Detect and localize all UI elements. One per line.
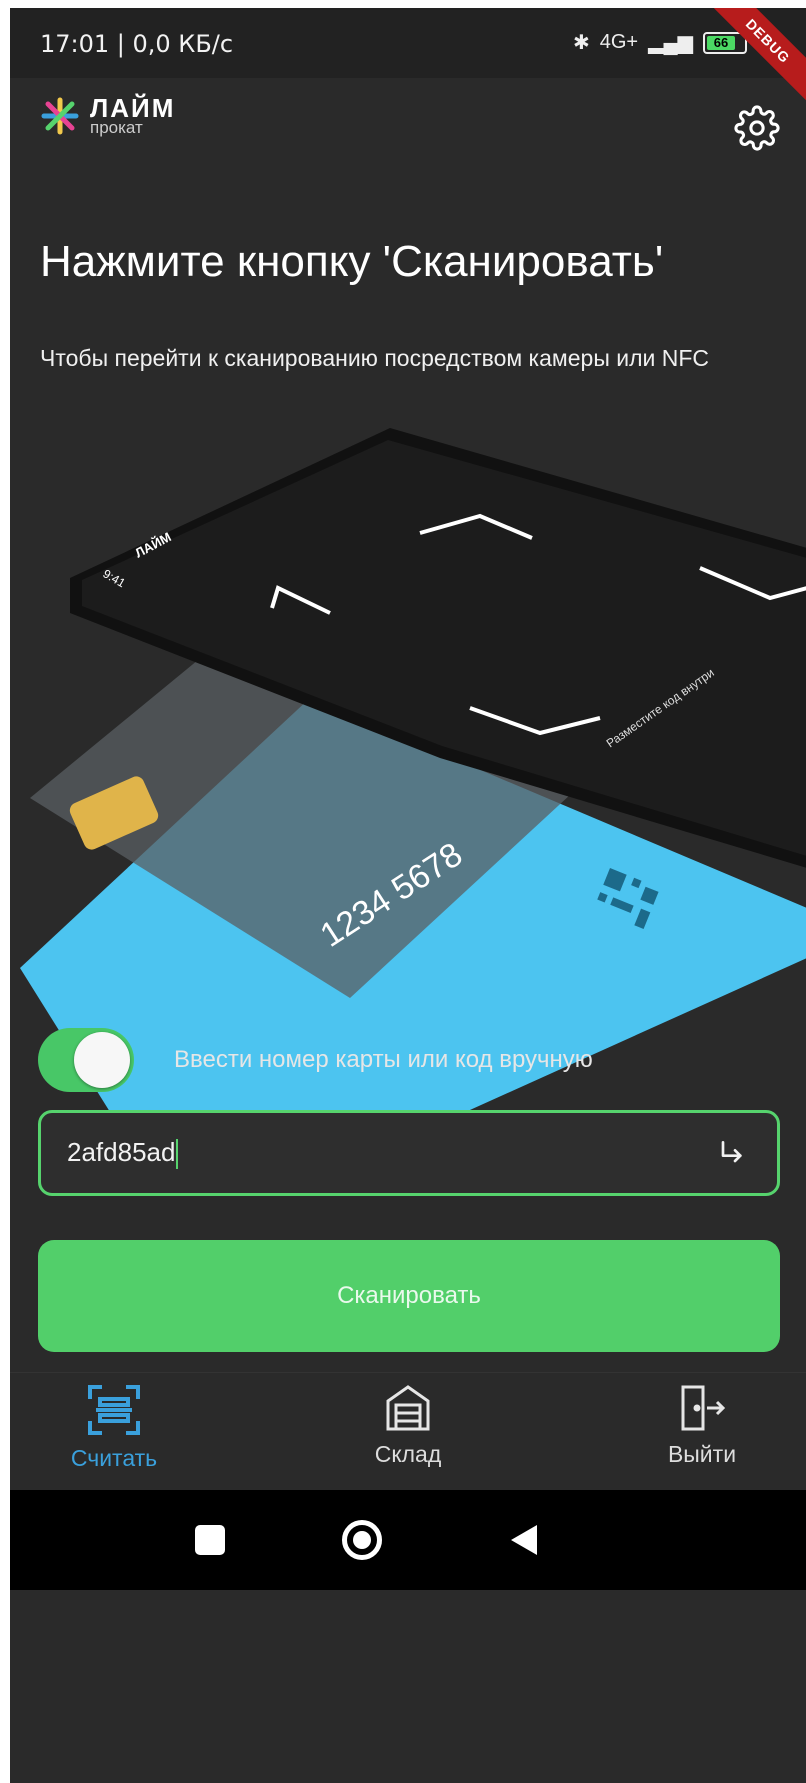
manual-entry-row: Ввести номер карты или код вручную: [38, 1020, 778, 1100]
page-title: Нажмите кнопку 'Сканировать': [40, 237, 664, 286]
page-subtitle: Чтобы перейти к сканированию посредством…: [40, 345, 710, 371]
card-code-text: 2afd85ad: [67, 1136, 176, 1167]
app-logo: ЛАЙМ прокат: [40, 93, 176, 136]
system-navigation-bar: [10, 1490, 806, 1590]
back-button[interactable]: [502, 1518, 546, 1562]
recent-apps-button[interactable]: [188, 1518, 232, 1562]
nav-label-scan: Считать: [70, 1445, 158, 1471]
circle-icon: [342, 1520, 382, 1560]
home-button[interactable]: [340, 1518, 384, 1562]
nav-item-scan[interactable]: Считать: [34, 1383, 194, 1483]
manual-entry-label: Ввести номер карты или код вручную: [174, 1046, 593, 1073]
debug-banner: DEBUG: [697, 8, 806, 112]
card-code-value: 2afd85ad: [67, 1136, 711, 1170]
scan-button[interactable]: Сканировать: [38, 1240, 780, 1352]
submit-arrow-icon[interactable]: [711, 1133, 751, 1173]
network-label: 4G+: [599, 31, 639, 53]
logo-name: ЛАЙМ: [90, 93, 176, 123]
nav-label-logout: Выйти: [667, 1441, 737, 1467]
status-time: 17:01 | 0,0 КБ/с: [40, 30, 234, 58]
lime-star-icon: [41, 97, 79, 135]
logout-icon: [681, 1385, 726, 1431]
app-screen: 17:01 | 0,0 КБ/с ✱ 4G+ ▂▄▆ 66 DEBUG ЛАЙМ…: [10, 8, 806, 1783]
back-triangle-icon: [511, 1525, 537, 1555]
card-code-input[interactable]: 2afd85ad: [38, 1110, 780, 1196]
scan-icon: [88, 1385, 140, 1435]
nav-item-warehouse[interactable]: Склад: [328, 1383, 488, 1483]
status-bar: 17:01 | 0,0 КБ/с ✱ 4G+ ▂▄▆ 66 DEBUG: [10, 8, 806, 112]
text-caret: [176, 1139, 179, 1170]
gear-icon: [734, 105, 780, 151]
bottom-navigation: Считать Склад Выйти: [10, 1372, 806, 1490]
battery-level: 66: [707, 35, 735, 50]
toggle-knob: [74, 1032, 130, 1088]
nav-item-logout[interactable]: Выйти: [622, 1383, 782, 1483]
square-icon: [195, 1525, 225, 1555]
warehouse-icon: [386, 1385, 430, 1431]
manual-entry-toggle[interactable]: [38, 1028, 134, 1092]
bluetooth-icon: ✱: [572, 32, 590, 54]
settings-button[interactable]: [731, 102, 783, 154]
signal-icon: ▂▄▆: [648, 32, 693, 54]
status-icons: ✱ 4G+ ▂▄▆ 66: [573, 30, 747, 55]
nav-label-warehouse: Склад: [374, 1441, 442, 1467]
